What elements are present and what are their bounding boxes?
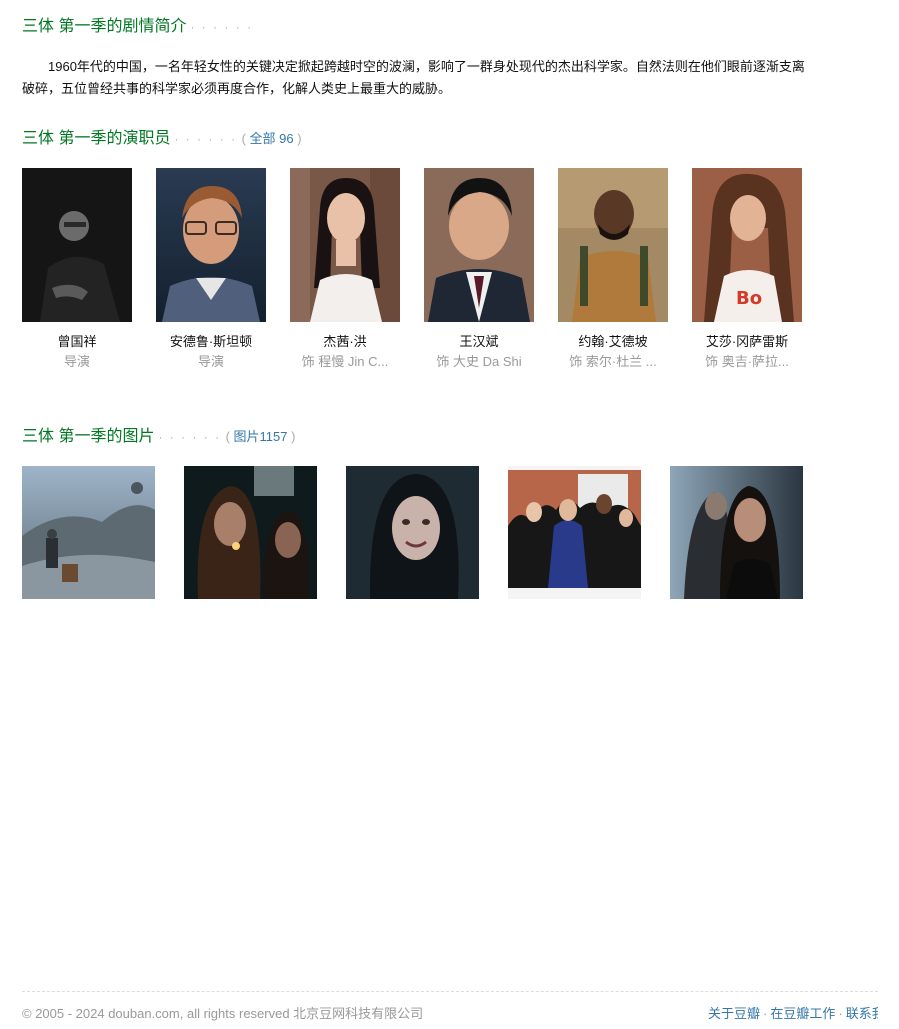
- cast-more: ( 全部 96 ): [242, 131, 302, 146]
- cast-name[interactable]: 安德鲁·斯坦顿: [156, 332, 266, 352]
- synopsis-title: 三体 第一季的剧情简介: [22, 18, 187, 35]
- footer-link-separator: ·: [838, 1006, 843, 1021]
- photo-item[interactable]: [508, 466, 641, 599]
- photo-item[interactable]: [22, 466, 155, 599]
- cast-avatar[interactable]: Bo: [692, 168, 802, 322]
- cast-avatar[interactable]: [424, 168, 534, 322]
- cast-role: 导演: [197, 354, 224, 369]
- footer-link-separator: ·: [763, 1006, 768, 1021]
- photos-more: ( 图片1157 ): [226, 429, 296, 444]
- cast-member[interactable]: Bo 艾莎·冈萨雷斯 饰 奥吉·萨拉...: [692, 168, 802, 372]
- cast-role: 饰 程慢 Jin C...: [301, 354, 389, 369]
- cast-name[interactable]: 艾莎·冈萨雷斯: [692, 332, 802, 352]
- photo-item[interactable]: [670, 466, 803, 599]
- photo-thumbnail[interactable]: [22, 466, 155, 599]
- cast-more-suffix: ): [293, 131, 302, 146]
- footer-link-jobs[interactable]: 在豆瓣工作: [770, 1006, 835, 1021]
- footer-links: 关于豆瓣·在豆瓣工作·联系我们: [708, 1003, 878, 1022]
- cast-member[interactable]: 曾国祥 导演: [22, 168, 132, 372]
- photo-thumbnail[interactable]: [346, 466, 479, 599]
- synopsis-heading: 三体 第一季的剧情简介 · · · · · ·: [22, 16, 253, 38]
- cast-role: 饰 索尔·杜兰 ...: [569, 354, 657, 369]
- cast-role: 饰 大史 Da Shi: [436, 354, 522, 369]
- footer: © 2005 - 2024 douban.com, all rights res…: [22, 991, 878, 1029]
- cast-list: 曾国祥 导演 安德鲁·斯坦顿 导演 杰茜·洪 饰 程慢 Jin C... 王汉斌…: [22, 168, 802, 372]
- cast-member[interactable]: 安德鲁·斯坦顿 导演: [156, 168, 266, 372]
- cast-member[interactable]: 约翰·艾德坡 饰 索尔·杜兰 ...: [558, 168, 668, 372]
- cast-heading: 三体 第一季的演职员 · · · · · · ( 全部 96 ): [22, 128, 302, 150]
- photo-item[interactable]: [184, 466, 317, 599]
- cast-role: 饰 奥吉·萨拉...: [705, 354, 789, 369]
- cast-name[interactable]: 约翰·艾德坡: [558, 332, 668, 352]
- photo-thumbnail[interactable]: [508, 466, 641, 599]
- photos-more-prefix: (: [225, 429, 234, 444]
- cast-name[interactable]: 曾国祥: [22, 332, 132, 352]
- footer-link-about[interactable]: 关于豆瓣: [708, 1006, 760, 1021]
- photos-all-link[interactable]: 图片1157: [234, 429, 288, 444]
- cast-member[interactable]: 杰茜·洪 饰 程慢 Jin C...: [290, 168, 400, 372]
- footer-copyright: © 2005 - 2024 douban.com, all rights res…: [22, 1006, 424, 1021]
- photo-item[interactable]: [346, 466, 479, 599]
- photo-list: [22, 466, 803, 599]
- cast-role: 导演: [63, 354, 90, 369]
- photo-thumbnail[interactable]: [184, 466, 317, 599]
- svg-text:Bo: Bo: [736, 288, 762, 309]
- cast-title: 三体 第一季的演职员: [22, 130, 171, 147]
- footer-link-contact[interactable]: 联系我们: [846, 1006, 878, 1021]
- cast-avatar[interactable]: [156, 168, 266, 322]
- cast-name[interactable]: 王汉斌: [424, 332, 534, 352]
- cast-more-prefix: (: [241, 131, 250, 146]
- cast-all-link[interactable]: 全部 96: [250, 131, 294, 146]
- synopsis-dots: · · · · · ·: [190, 20, 254, 34]
- cast-member[interactable]: 王汉斌 饰 大史 Da Shi: [424, 168, 534, 372]
- cast-name[interactable]: 杰茜·洪: [290, 332, 400, 352]
- cast-avatar[interactable]: [558, 168, 668, 322]
- photos-more-suffix: ): [287, 429, 296, 444]
- photo-thumbnail[interactable]: [670, 466, 803, 599]
- photos-title: 三体 第一季的图片: [22, 428, 155, 445]
- synopsis-text: 1960年代的中国，一名年轻女性的关键决定掀起跨越时空的波澜，影响了一群身处现代…: [22, 59, 805, 96]
- cast-avatar[interactable]: [290, 168, 400, 322]
- photos-dots: · · · · · ·: [158, 430, 222, 444]
- photos-heading: 三体 第一季的图片 · · · · · · ( 图片1157 ): [22, 426, 295, 448]
- cast-avatar[interactable]: [22, 168, 132, 322]
- cast-dots: · · · · · ·: [174, 132, 238, 146]
